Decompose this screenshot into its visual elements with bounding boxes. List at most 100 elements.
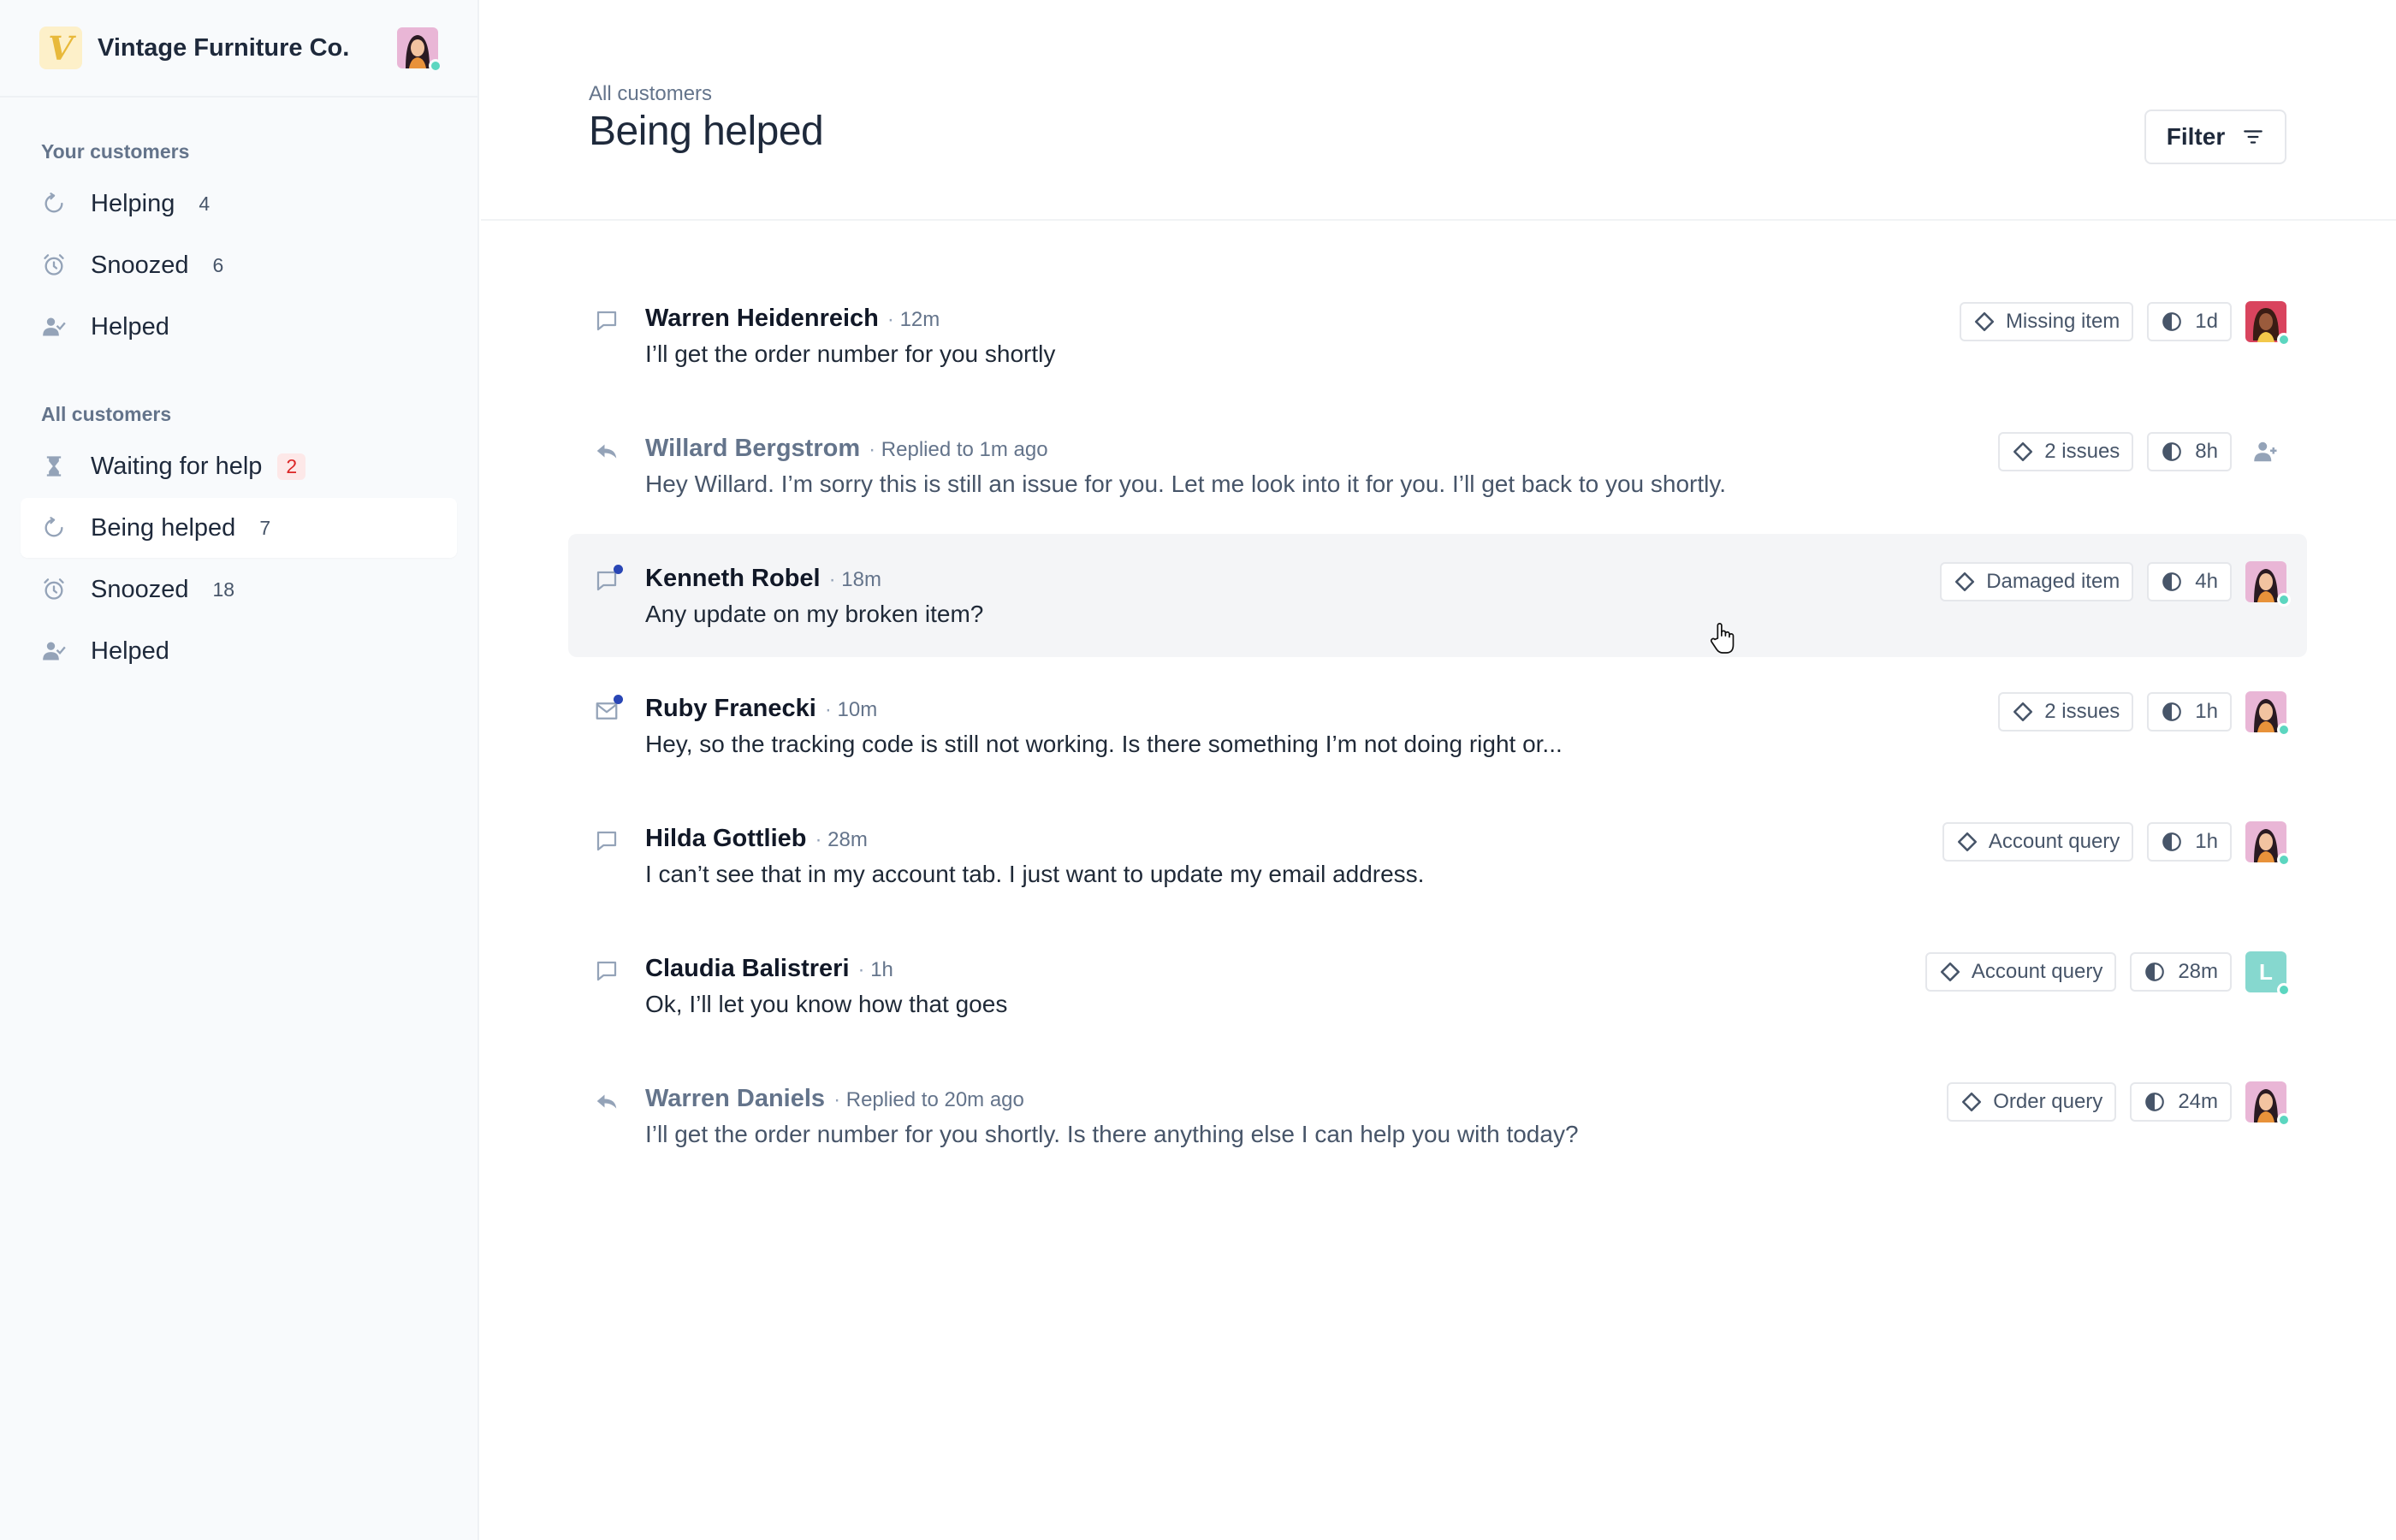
sidebar-item-label: Helped <box>91 637 169 665</box>
conversation-time: 28m <box>815 828 868 852</box>
assignee-avatar[interactable] <box>2245 691 2291 737</box>
sidebar-item-helped[interactable]: Helped <box>21 297 457 357</box>
all-customers-title: All customers <box>41 403 172 425</box>
message-preview: Hey, so the tracking code is still not w… <box>645 731 1563 757</box>
count-badge: 2 <box>277 453 306 480</box>
timer-label: 1h <box>2195 700 2218 723</box>
sidebar-item-label: Helped <box>91 312 169 341</box>
user-avatar[interactable] <box>397 27 442 73</box>
count-badge: 6 <box>212 253 224 276</box>
unread-indicator <box>614 695 623 704</box>
assignee-avatar[interactable]: L <box>2245 951 2291 997</box>
issue-tag[interactable]: Account query <box>1942 822 2134 862</box>
conversation-row[interactable]: Kenneth Robel 18m Any update on my broke… <box>568 534 2307 657</box>
customer-name[interactable]: Kenneth Robel <box>645 565 821 593</box>
conversation-row[interactable]: Warren Daniels Replied to 20m ago I’ll g… <box>568 1054 2307 1177</box>
tag-icon <box>1973 311 1996 333</box>
your-customers-title: Your customers <box>41 140 190 163</box>
issue-tag[interactable]: Account query <box>1925 952 2117 992</box>
issue-tag[interactable]: Order query <box>1947 1082 2117 1122</box>
tag-icon <box>2012 441 2034 463</box>
assign-user-icon[interactable] <box>2245 431 2286 472</box>
sidebar-item-being-helped[interactable]: Being helped 7 <box>21 498 457 558</box>
online-indicator <box>2277 853 2291 867</box>
timer-label: 4h <box>2195 570 2218 593</box>
timer-icon <box>2161 311 2183 333</box>
message-preview: I can’t see that in my account tab. I ju… <box>645 861 1425 887</box>
hourglass-icon <box>41 453 67 479</box>
sidebar-item-snoozed-all[interactable]: Snoozed 18 <box>21 560 457 619</box>
conversation-row[interactable]: Willard Bergstrom Replied to 1m ago Hey … <box>568 404 2307 527</box>
timer-badge[interactable]: 28m <box>2130 952 2232 992</box>
timer-icon <box>2144 1091 2166 1113</box>
customer-name[interactable]: Warren Daniels <box>645 1085 825 1113</box>
refresh-icon <box>41 515 67 541</box>
timer-label: 8h <box>2195 440 2218 463</box>
customer-name[interactable]: Ruby Franecki <box>645 695 816 723</box>
issue-tag[interactable]: Missing item <box>1959 302 2134 341</box>
filter-button[interactable]: Filter <box>2144 110 2286 164</box>
tag-label: 2 issues <box>2044 700 2120 723</box>
conversation-time: 1h <box>858 958 893 982</box>
issue-tag[interactable]: Damaged item <box>1940 562 2134 601</box>
timer-badge[interactable]: 24m <box>2130 1082 2232 1122</box>
assignee-avatar[interactable] <box>2245 301 2291 346</box>
online-indicator <box>2277 983 2291 997</box>
filter-icon <box>2242 126 2264 148</box>
tag-label: Damaged item <box>1986 570 2120 593</box>
sidebar: V Vintage Furniture Co. Your customers H… <box>0 0 479 1540</box>
sidebar-item-helping[interactable]: Helping 4 <box>21 174 457 234</box>
customer-name[interactable]: Claudia Balistreri <box>645 955 850 983</box>
brand-header: V Vintage Furniture Co. <box>0 0 477 98</box>
timer-badge[interactable]: 1h <box>2147 822 2232 862</box>
timer-badge[interactable]: 1h <box>2147 692 2232 732</box>
page-header: All customers Being helped Filter <box>481 0 2396 221</box>
conversation-time: Replied to 1m ago <box>869 438 1048 462</box>
conversation-row[interactable]: Warren Heidenreich 12m I’ll get the orde… <box>568 274 2307 397</box>
breadcrumb[interactable]: All customers <box>589 82 712 106</box>
message-preview: I’ll get the order number for you shortl… <box>645 1121 1579 1147</box>
timer-label: 1d <box>2195 310 2218 333</box>
count-badge: 18 <box>212 578 235 601</box>
chat-icon <box>594 828 620 854</box>
sidebar-item-label: Waiting for help <box>91 452 263 480</box>
online-indicator <box>429 59 442 73</box>
customer-name[interactable]: Warren Heidenreich <box>645 305 879 333</box>
tag-icon <box>1956 831 1978 853</box>
timer-badge[interactable]: 1d <box>2147 302 2232 341</box>
tag-label: Account query <box>1971 960 2103 983</box>
reply-icon <box>594 438 620 464</box>
message-preview: I’ll get the order number for you shortl… <box>645 341 1056 367</box>
sidebar-item-helped-all[interactable]: Helped <box>21 621 457 681</box>
conversation-row[interactable]: Claudia Balistreri 1h Ok, I’ll let you k… <box>568 924 2307 1047</box>
sidebar-item-waiting[interactable]: Waiting for help 2 <box>21 436 457 496</box>
issue-tag[interactable]: 2 issues <box>1998 432 2134 471</box>
assignee-avatar[interactable] <box>2245 1081 2291 1127</box>
timer-badge[interactable]: 8h <box>2147 432 2232 471</box>
mail-icon <box>594 695 623 724</box>
timer-badge[interactable]: 4h <box>2147 562 2232 601</box>
customer-name[interactable]: Hilda Gottlieb <box>645 825 807 853</box>
sidebar-item-snoozed[interactable]: Snoozed 6 <box>21 235 457 295</box>
chat-icon <box>594 308 620 334</box>
conversation-time: 18m <box>829 568 881 592</box>
conversation-list: Warren Heidenreich 12m I’ll get the orde… <box>568 274 2307 1184</box>
count-badge: 4 <box>199 192 211 215</box>
reply-icon <box>594 1088 620 1114</box>
conversation-row[interactable]: Ruby Franecki 10m Hey, so the tracking c… <box>568 664 2307 787</box>
conversation-row[interactable]: Hilda Gottlieb 28m I can’t see that in m… <box>568 794 2307 917</box>
assignee-avatar[interactable] <box>2245 821 2291 867</box>
conversation-time: 10m <box>825 698 878 722</box>
online-indicator <box>2277 723 2291 737</box>
tag-icon <box>1939 961 1961 983</box>
sidebar-item-label: Snoozed <box>91 251 189 279</box>
assignee-avatar[interactable] <box>2245 561 2291 607</box>
issue-tag[interactable]: 2 issues <box>1998 692 2134 732</box>
tag-label: Account query <box>1988 830 2120 853</box>
user-check-icon <box>41 314 67 340</box>
alarm-icon <box>41 577 67 602</box>
user-check-icon <box>41 638 67 664</box>
customer-name[interactable]: Willard Bergstrom <box>645 435 860 463</box>
hand-cursor-icon <box>1708 621 1737 660</box>
all-customers-nav: Waiting for help 2 Being helped 7 Snooze… <box>0 436 477 681</box>
